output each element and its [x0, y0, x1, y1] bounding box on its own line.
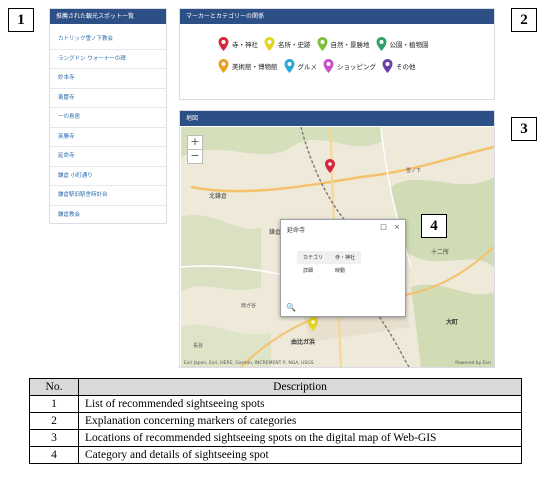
callout-3: 3	[511, 117, 537, 141]
row-no: 3	[29, 429, 79, 447]
legend-label: ショッピング	[337, 63, 376, 71]
map-title: 地図	[180, 111, 494, 126]
table-row: 4 Category and details of sightseeing sp…	[29, 446, 522, 464]
popup-title: 延命寺	[287, 227, 306, 234]
map-pin-icon	[264, 37, 275, 51]
spot-list-title: 推薦された観光スポット一覧	[50, 9, 166, 24]
spot-list-panel: 推薦された観光スポット一覧 カトリック雪ノ下教会 ラングドン ウォーナーの碑 妙…	[49, 8, 167, 224]
legend-label: 公園・植物園	[389, 41, 429, 49]
legend-label: グルメ	[297, 63, 318, 71]
legend-label: 寺・神社	[232, 41, 258, 49]
map-pin-icon	[218, 59, 229, 73]
map-place-label: 大町	[446, 319, 459, 326]
legend-title: マーカーとカテゴリーの関係	[180, 9, 494, 24]
table-row: 詳細 映動	[297, 264, 361, 277]
row-no: 1	[29, 395, 79, 413]
spot-item[interactable]: 妙本寺	[50, 69, 166, 89]
legend-label: 自然・景勝地	[330, 41, 370, 49]
spot-item[interactable]: 延命寺	[50, 147, 166, 167]
map-pin-icon	[317, 37, 327, 51]
row-no: 4	[29, 446, 79, 464]
legend-item: その他	[382, 59, 416, 73]
legend-item: 寺・神社	[218, 37, 258, 51]
table-row: 1 List of recommended sightseeing spots	[29, 395, 522, 413]
legend-label: 名所・史跡	[278, 41, 311, 49]
map-place-label: 長谷	[193, 343, 204, 349]
spot-item[interactable]: 一の鳥居	[50, 108, 166, 128]
legend-label: その他	[396, 63, 416, 71]
table-row: 3 Locations of recommended sightseeing s…	[29, 429, 522, 447]
map-place-label: 十二所	[431, 249, 450, 256]
map-pin-icon	[323, 59, 334, 73]
callout-1: 1	[8, 8, 34, 32]
description-table: No. Description 1 List of recommended si…	[29, 378, 522, 464]
spot-item[interactable]: 英勝寺	[50, 128, 166, 147]
map-place-label: 扇ガ谷	[241, 303, 257, 309]
legend-item: 名所・史跡	[264, 37, 311, 51]
popup-value: 映動	[335, 268, 346, 274]
legend-item: 公園・植物園	[376, 37, 429, 51]
callout-2: 2	[511, 8, 537, 32]
zoom-to-icon[interactable]: 🔍	[286, 303, 296, 312]
popup-key: カテゴリ	[297, 251, 330, 264]
legend-item: 自然・景勝地	[317, 37, 370, 51]
row-description: Locations of recommended sightseeing spo…	[78, 429, 522, 447]
map-pin-icon	[218, 37, 229, 51]
spot-item[interactable]: 鎌倉駅旧駅舎時計台	[50, 186, 166, 206]
row-description: List of recommended sightseeing spots	[78, 395, 522, 413]
callout-4: 4	[421, 214, 447, 238]
row-description: Category and details of sightseeing spot	[78, 446, 522, 464]
legend-item: グルメ	[284, 59, 318, 73]
spot-item[interactable]: 鎌倉教会	[50, 206, 166, 225]
spot-item[interactable]: ラングドン ウォーナーの碑	[50, 50, 166, 69]
map-pin-icon	[376, 37, 386, 51]
map-place-label: 北鎌倉	[209, 193, 228, 200]
legend-item: ショッピング	[323, 59, 376, 73]
row-description: Explanation concerning markers of catego…	[78, 412, 522, 430]
zoom-in-button[interactable]: +	[187, 135, 203, 150]
popup-key: 詳細	[303, 268, 314, 274]
spot-item[interactable]: 鎌倉 小町通り	[50, 167, 166, 186]
table-row: カテゴリ 寺・神社	[297, 251, 362, 264]
table-row: 2 Explanation concerning markers of cate…	[29, 412, 522, 430]
popup-value: 寺・神社	[329, 251, 362, 264]
spot-item[interactable]: 東慶寺	[50, 89, 166, 108]
maximize-icon[interactable]: □	[380, 223, 387, 231]
powered-by: Powered by Esri	[455, 361, 491, 366]
map-attribution: Esri Japan, Esri, HERE, Garmin, INCREMEN…	[184, 361, 314, 366]
web-gis-map[interactable]: 北鎌倉 十二所 大町 鎌倉 由比ガ浜 扇ガ谷 雪ノ下 長谷 + − 延命寺 □ …	[181, 127, 494, 367]
map-panel: 地図 北鎌倉 十二所 大町 鎌倉 由比ガ浜 扇ガ谷 雪ノ下 長谷 + − 延命寺…	[179, 110, 495, 368]
map-place-label: 由比ガ浜	[291, 339, 316, 346]
zoom-out-button[interactable]: −	[187, 149, 203, 164]
map-place-label: 雪ノ下	[406, 168, 422, 174]
close-icon[interactable]: ×	[394, 223, 400, 231]
table-header-row: No. Description	[29, 378, 522, 396]
column-header-no: No.	[29, 378, 79, 396]
row-no: 2	[29, 412, 79, 430]
map-pin-icon	[382, 59, 393, 73]
spot-item[interactable]: カトリック雪ノ下教会	[50, 30, 166, 50]
map-pin-icon	[284, 59, 294, 73]
column-header-description: Description	[78, 378, 522, 396]
legend-item: 美術館・博物館	[218, 59, 278, 73]
spot-popup: 延命寺 □ × カテゴリ 寺・神社 詳細 映動 🔍	[280, 219, 406, 317]
legend-label: 美術館・博物館	[232, 63, 278, 71]
popup-details-table: カテゴリ 寺・神社 詳細 映動	[297, 251, 362, 277]
legend-panel: マーカーとカテゴリーの関係 寺・神社 名所・史跡 自然・景勝地 公園・植物園 美…	[179, 8, 495, 100]
